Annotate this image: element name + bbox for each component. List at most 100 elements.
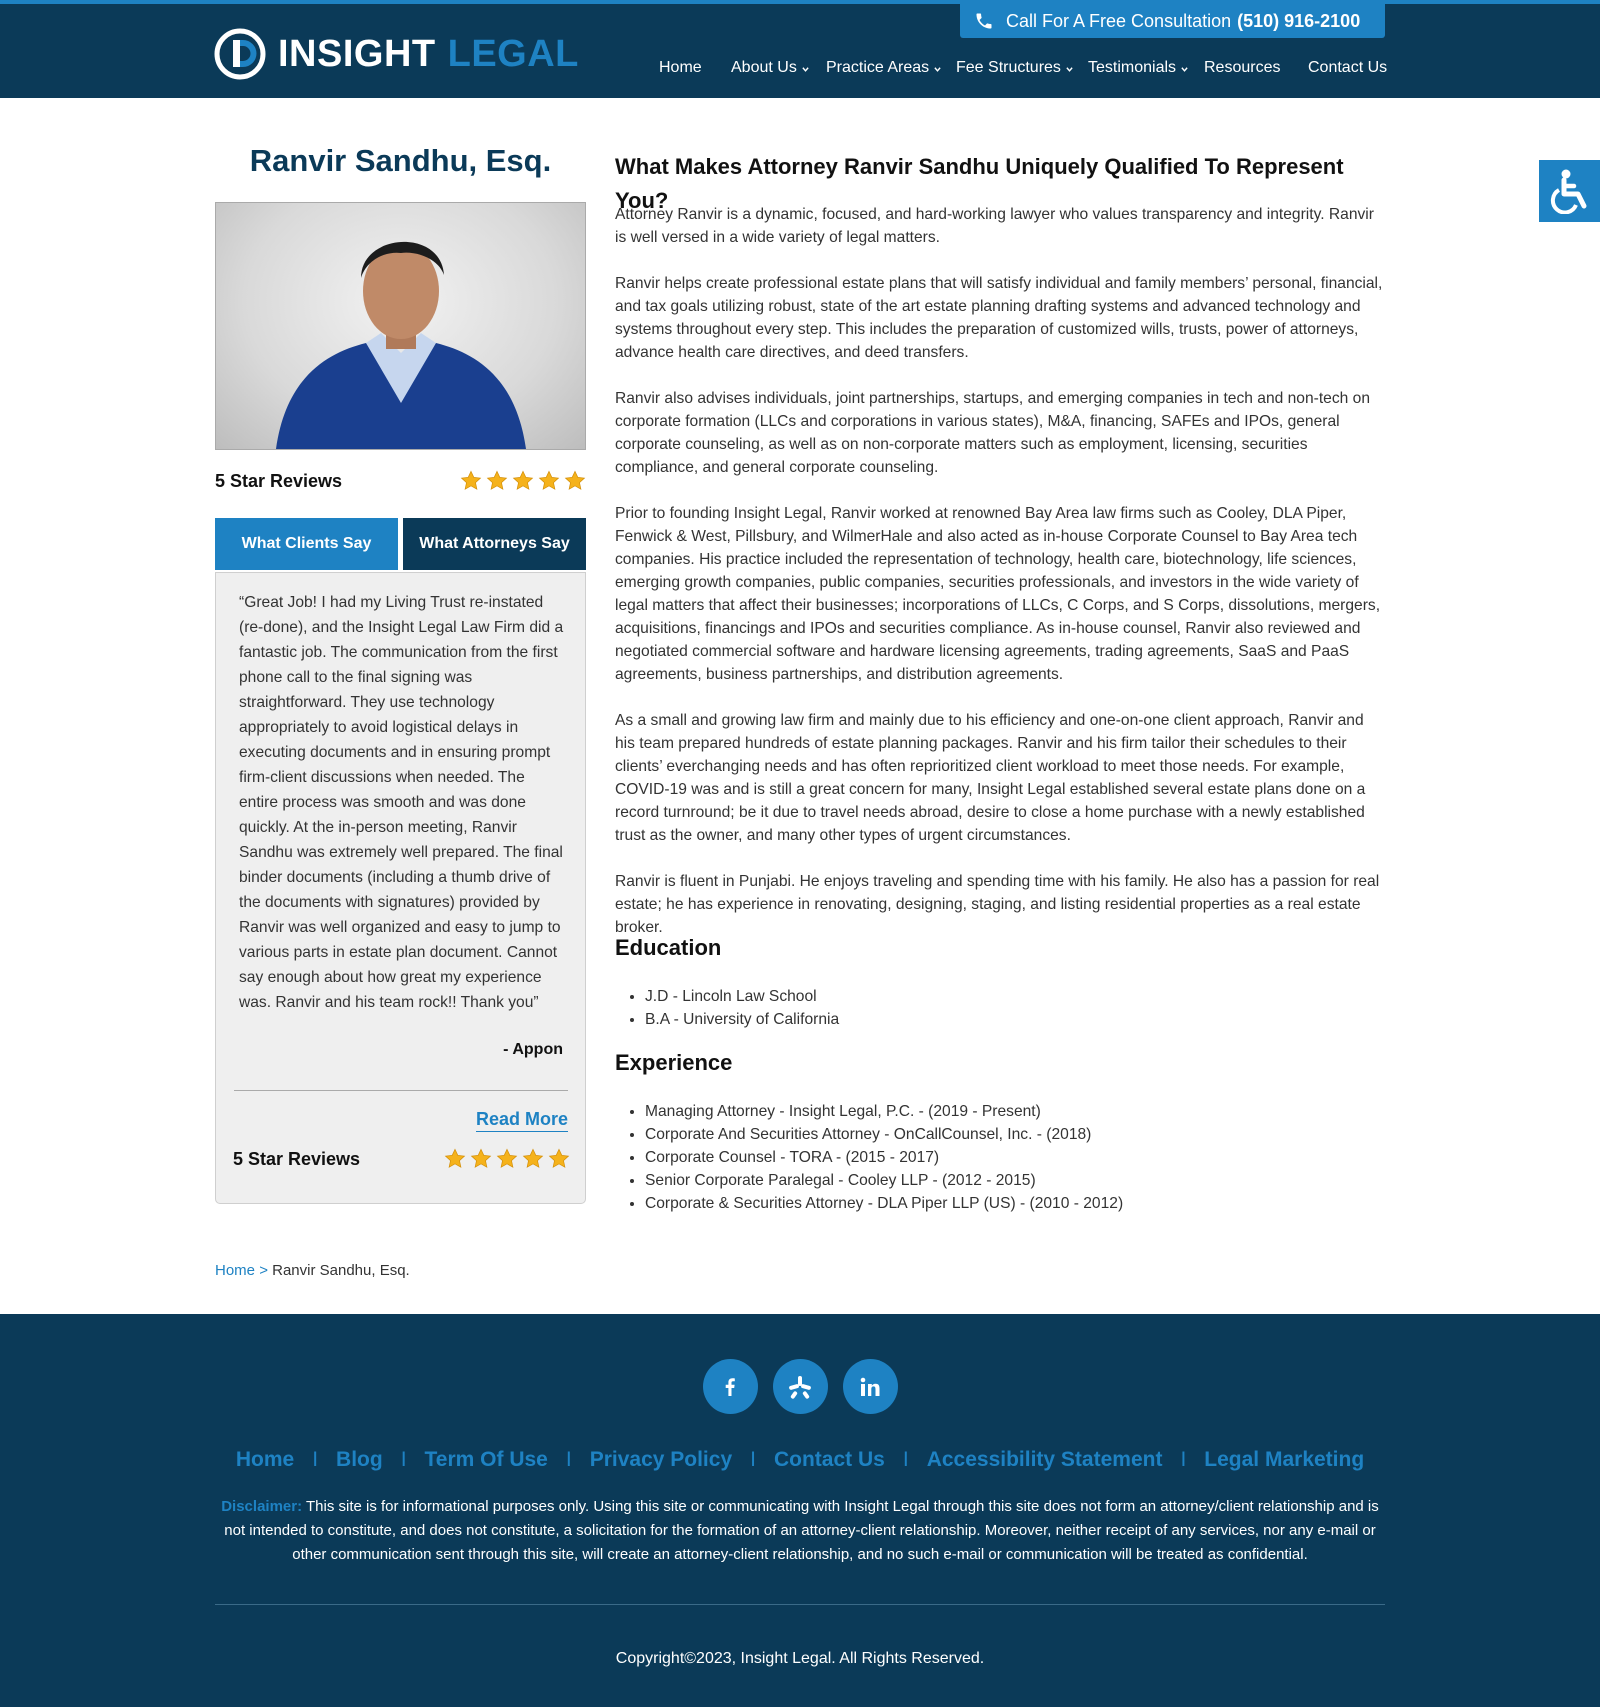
footer-link-separator: I [750,1448,756,1471]
list-item: B.A - University of California [645,1008,839,1031]
linkedin-link[interactable] [842,1359,898,1414]
testimonial-panel: “Great Job! I had my Living Trust re-ins… [215,572,586,1204]
list-item: J.D - Lincoln Law School [645,985,839,1008]
star-icon [512,470,534,490]
reviews-label: 5 Star Reviews [233,1148,361,1169]
footer-link-separator: I [312,1448,319,1471]
nav-label: Testimonials [1088,59,1177,76]
list-item: Corporate & Securities Attorney - DLA Pi… [645,1192,1123,1215]
consultation-phone: (510) 916-2100 [1237,10,1361,31]
nav-label: Resources [1204,59,1281,76]
experience-heading: Experience [615,1050,733,1075]
nav-fee-structures[interactable]: Fee Structures [956,59,1073,77]
footer-link-blog[interactable]: Blog [336,1448,383,1472]
footer-link-term-of-use[interactable]: Term Of Use [425,1448,548,1472]
footer-link-contact-us[interactable]: Contact Us [774,1448,885,1472]
disclaimer: Disclaimer: This site is for information… [215,1495,1385,1567]
nav-contact-us[interactable]: Contact Us [1308,59,1387,77]
bio-paragraph: Attorney Ranvir is a dynamic, focused, a… [615,206,1374,246]
social-links [0,1359,1600,1414]
site-logo[interactable]: INSIGHT LEGAL [214,28,579,80]
nav-home[interactable]: Home [659,59,702,77]
list-item: Managing Attorney - Insight Legal, P.C. … [645,1100,1123,1123]
star-icon [522,1148,544,1168]
nav-practice-areas[interactable]: Practice Areas [826,59,941,77]
disclaimer-label: Disclaimer: [221,1498,303,1515]
breadcrumb: Home > Ranvir Sandhu, Esq. [215,1262,410,1279]
nav-label: About Us [731,59,797,76]
breadcrumb-current: Ranvir Sandhu, Esq. [272,1262,410,1279]
logo-mark-icon [214,28,266,80]
footer-links: Home I Blog I Term Of Use I Privacy Poli… [0,1448,1600,1472]
list-item: Corporate Counsel - TORA - (2015 - 2017) [645,1146,1123,1169]
footer-link-privacy-policy[interactable]: Privacy Policy [590,1448,732,1472]
nav-label: Contact Us [1308,59,1388,76]
star-icon [496,1148,518,1168]
education-list: J.D - Lincoln Law School B.A - Universit… [615,985,839,1031]
star-icon [548,1148,570,1168]
tab-what-attorneys-say[interactable]: What Attorneys Say [403,518,586,570]
yelp-link[interactable] [772,1359,828,1414]
star-icon [470,1148,492,1168]
footer-link-separator: I [400,1448,407,1471]
yelp-icon [789,1375,811,1399]
footer-link-home[interactable]: Home [236,1448,294,1472]
accessibility-button[interactable] [1539,160,1600,222]
reviews-label: 5 Star Reviews [215,470,343,491]
star-icon [538,470,560,490]
copyright: Copyright©2023, Insight Legal. All Right… [615,1650,985,1667]
logo-word-legal: LEGAL [447,32,579,75]
list-item: Senior Corporate Paralegal - Cooley LLP … [645,1169,1123,1192]
attorney-photo [215,202,586,450]
site-footer: Home I Blog I Term Of Use I Privacy Poli… [0,1314,1600,1707]
bio-paragraph: Ranvir also advises individuals, joint p… [615,390,1370,476]
testimonial-tabs: What Clients Say What Attorneys Say [215,518,586,570]
experience-list: Managing Attorney - Insight Legal, P.C. … [615,1100,1123,1215]
star-icon [460,470,482,490]
nav-label: Home [659,59,702,76]
bottom-reviews-row: 5 Star Reviews [233,1148,570,1170]
bio-paragraph: Ranvir is fluent in Punjabi. He enjoys t… [615,873,1380,936]
top-reviews-row: 5 Star Reviews [215,470,586,492]
nav-label: Fee Structures [956,59,1061,76]
chevron-down-icon [1066,66,1073,72]
footer-link-separator: I [902,1448,909,1471]
attorney-portrait-image [276,241,526,449]
star-rating [444,1148,570,1170]
star-icon [486,470,508,490]
list-item: Corporate And Securities Attorney - OnCa… [645,1123,1123,1146]
testimonial-author: - Appon [503,1041,563,1058]
phone-icon [976,13,992,29]
chevron-down-icon [934,66,941,72]
facebook-link[interactable] [702,1359,758,1414]
read-more-link[interactable]: Read More [475,1109,568,1132]
chevron-down-icon [1181,66,1188,72]
disclaimer-text: This site is for informational purposes … [224,1498,1379,1563]
footer-link-separator: I [1180,1448,1187,1471]
nav-resources[interactable]: Resources [1204,59,1280,77]
divider [234,1090,568,1091]
education-heading: Education [615,935,722,960]
breadcrumb-separator: > [259,1262,268,1279]
linkedin-icon [860,1377,880,1396]
nav-testimonials[interactable]: Testimonials [1088,59,1188,77]
tab-what-clients-say[interactable]: What Clients Say [215,518,398,570]
site-header: Call For A Free Consultation (510) 916-2… [0,0,1600,98]
wheelchair-icon [1550,169,1586,214]
bio-paragraph: As a small and growing law firm and main… [615,712,1366,844]
footer-link-accessibility-statement[interactable]: Accessibility Statement [927,1448,1163,1472]
logo-word-insight: INSIGHT [278,32,436,75]
nav-about-us[interactable]: About Us [731,59,809,77]
facebook-icon [725,1377,735,1396]
consultation-call-button[interactable]: Call For A Free Consultation (510) 916-2… [960,4,1385,38]
nav-label: Practice Areas [826,59,930,76]
attorney-name: Ranvir Sandhu, Esq. [249,143,552,178]
bio-paragraph: Ranvir helps create professional estate … [615,275,1383,361]
chevron-down-icon [802,66,809,72]
footer-link-legal-marketing[interactable]: Legal Marketing [1204,1448,1364,1472]
breadcrumb-home-link[interactable]: Home [215,1262,255,1279]
bio-paragraph: Prior to founding Insight Legal, Ranvir … [615,505,1381,683]
testimonial-quote: “Great Job! I had my Living Trust re-ins… [239,594,564,1011]
consultation-label: Call For A Free Consultation [1006,10,1232,31]
footer-divider [215,1604,1385,1605]
